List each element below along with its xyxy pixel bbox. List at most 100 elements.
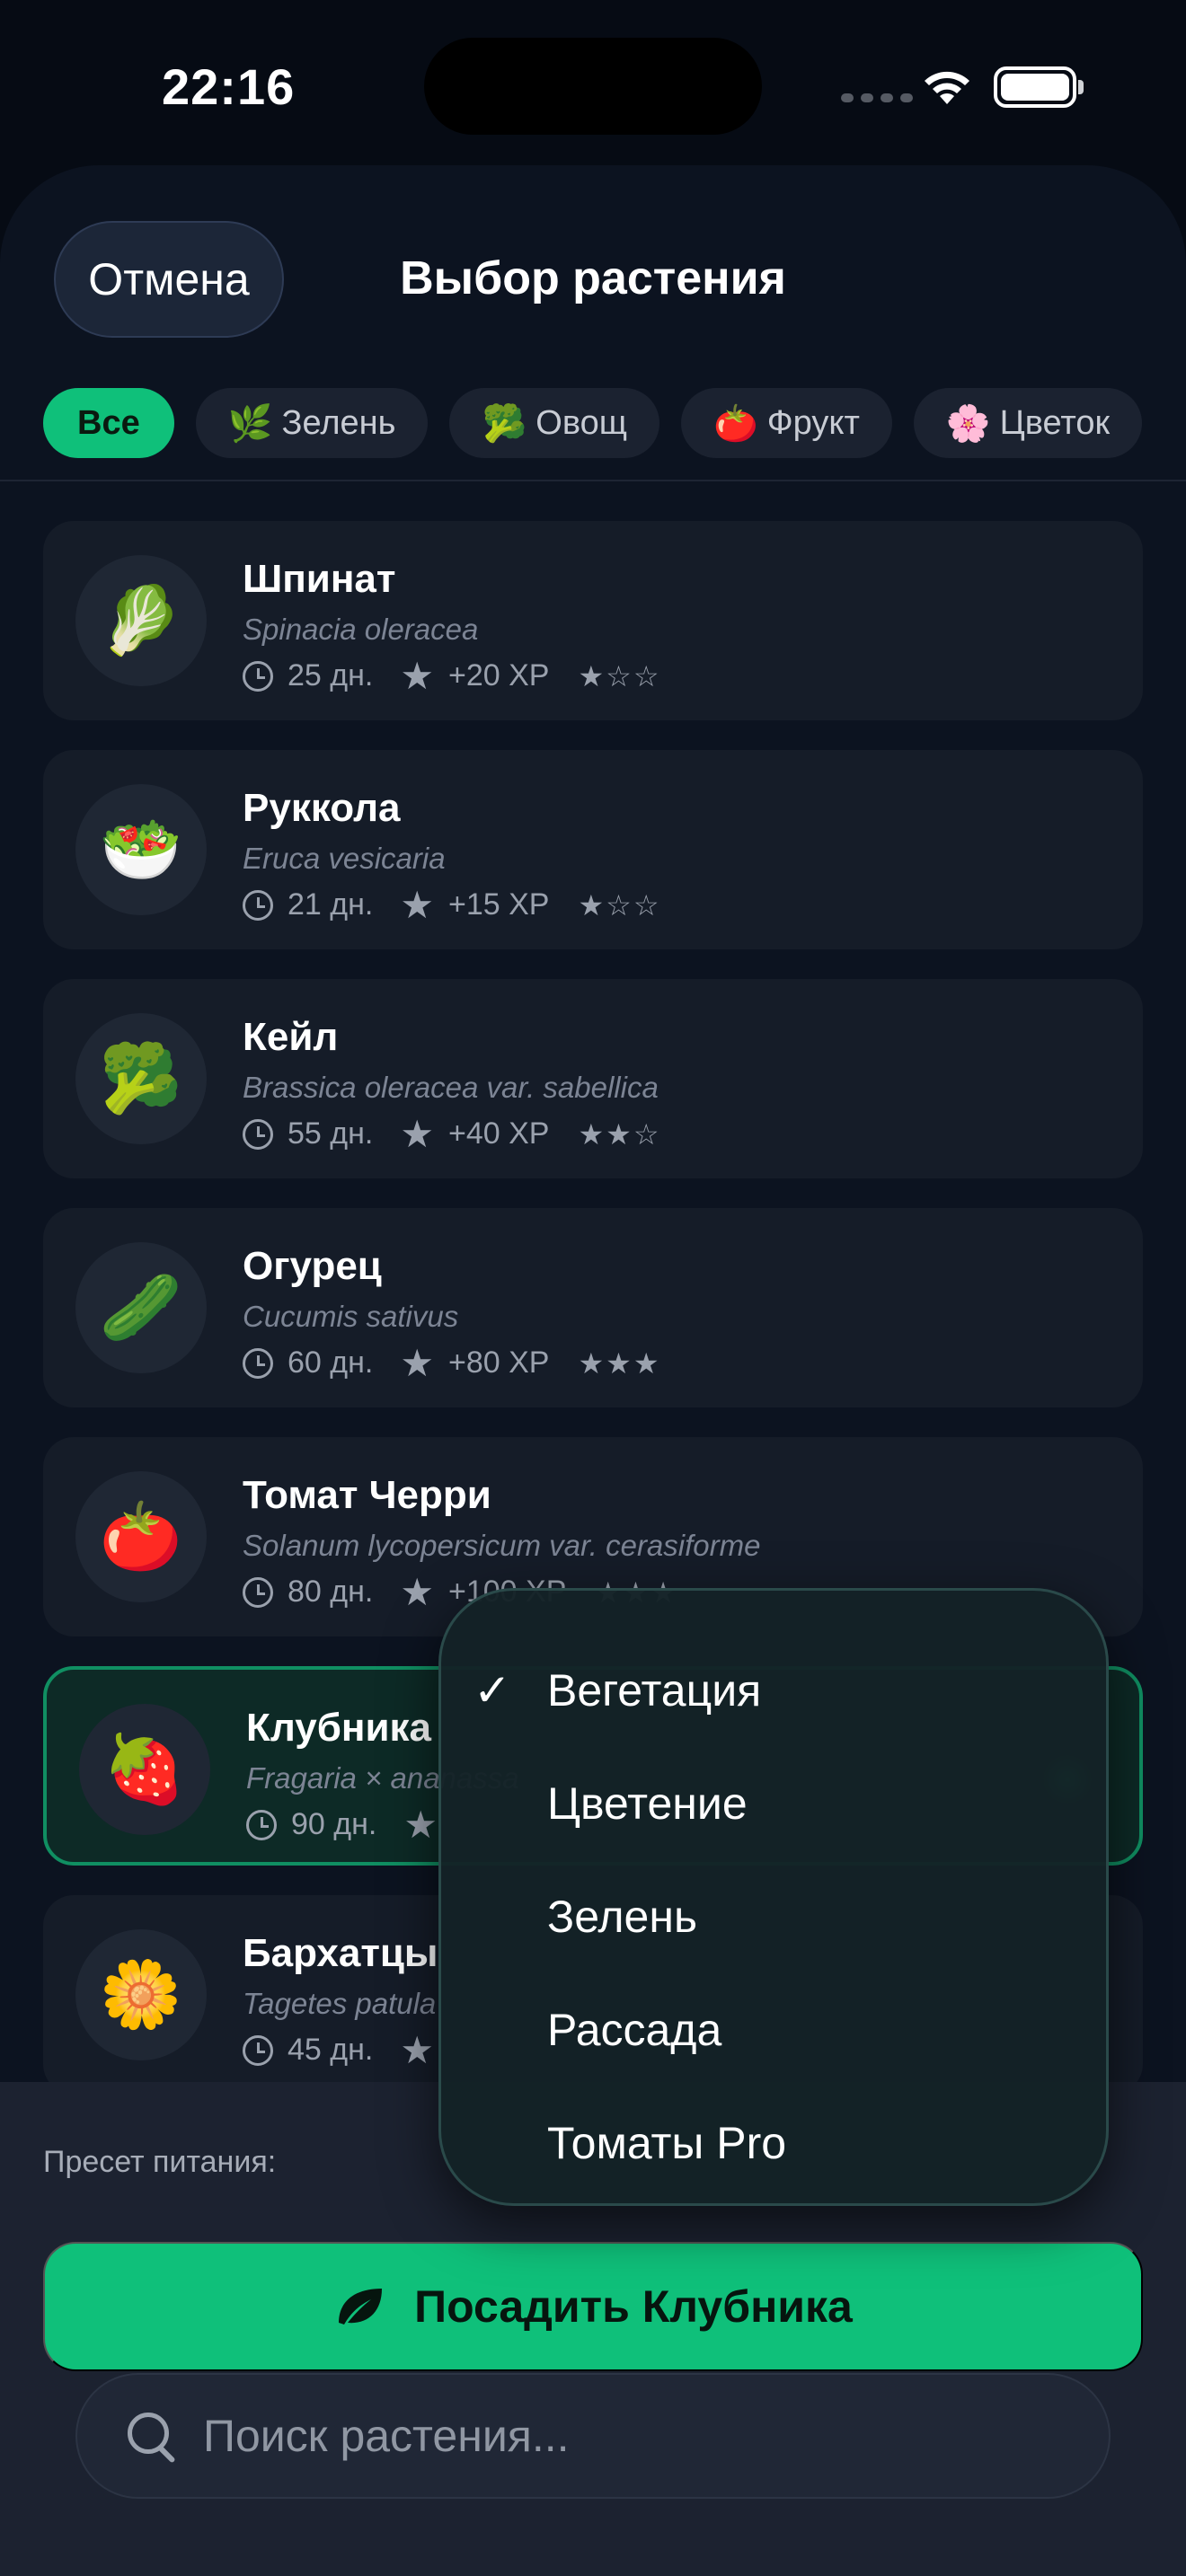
star-icon: ★ — [400, 655, 434, 697]
grow-days: 60 дн. — [288, 1345, 374, 1380]
category-filters: Все 🌿 Зелень 🥦 Овощ 🍅 Фрукт 🌸 Цветок — [43, 388, 1143, 458]
plant-name: Шпинат — [243, 557, 396, 601]
filter-chip-label: Овощ — [535, 403, 627, 442]
blossom-icon: 🌼 — [75, 1929, 207, 2060]
plant-latin-name: Cucumis sativus — [243, 1300, 459, 1333]
star-icon: ★ — [400, 1571, 434, 1613]
filter-chip-label: Все — [77, 403, 140, 442]
plant-button[interactable]: Посадить Клубника — [43, 2242, 1143, 2371]
plant-picker-sheet: Отмена Выбор растения Все 🌿 Зелень 🥦 Ово… — [0, 165, 1186, 2576]
tomato-icon: 🍅 — [75, 1471, 207, 1602]
preset-option-greens[interactable]: Зелень — [441, 1860, 1106, 1973]
clock-icon — [246, 1809, 277, 1840]
plant-card-kale[interactable]: 🥦 Кейл Brassica oleracea var. sabellica … — [43, 979, 1143, 1178]
search-input[interactable] — [203, 2410, 1012, 2462]
divider — [0, 480, 1186, 481]
star-icon: ★ — [400, 1113, 434, 1155]
grow-days: 21 дн. — [288, 887, 374, 922]
plant-latin-name: Solanum lycopersicum var. cerasiforme — [243, 1529, 761, 1562]
clock-icon — [243, 2034, 273, 2066]
preset-dropdown-menu: ✓ Вегетация Цветение Зелень Рассада Тома… — [438, 1588, 1109, 2206]
plant-name: Кейл — [243, 1015, 339, 1059]
filter-chip-fruit[interactable]: 🍅 Фрукт — [680, 388, 892, 458]
page-title: Выбор растения — [400, 252, 786, 304]
difficulty-rating: ★★★ — [578, 1346, 661, 1380]
filter-chip-label: Фрукт — [766, 403, 860, 442]
filter-chip-vegetable[interactable]: 🥦 Овощ — [449, 388, 659, 458]
clock-icon — [243, 1576, 273, 1608]
strawberry-icon: 🍓 — [79, 1704, 210, 1835]
broccoli-icon: 🥦 — [482, 403, 527, 444]
search-bar[interactable] — [75, 2373, 1111, 2499]
clock-icon — [243, 1118, 273, 1150]
difficulty-rating: ★☆☆ — [578, 888, 661, 922]
preset-option-vegetation[interactable]: ✓ Вегетация — [441, 1634, 1106, 1747]
filter-chip-flower[interactable]: 🌸 Цветок — [913, 388, 1143, 458]
preset-option-label: Томаты Pro — [547, 2118, 787, 2168]
plant-latin-name: Eruca vesicaria — [243, 842, 446, 875]
plant-latin-name: Spinacia oleracea — [243, 613, 479, 646]
plant-card-arugula[interactable]: 🥗 Руккола Eruca vesicaria 21 дн. ★ +15 X… — [43, 750, 1143, 949]
grow-days: 55 дн. — [288, 1116, 374, 1151]
preset-option-label: Рассада — [547, 2005, 722, 2055]
plant-button-label: Посадить Клубника — [414, 2281, 853, 2332]
plant-meta: 25 дн. ★ +20 XP ★☆☆ — [243, 654, 661, 698]
preset-option-label: Цветение — [547, 1778, 748, 1829]
plant-name: Клубника — [246, 1706, 431, 1750]
grow-days: 80 дн. — [288, 1575, 374, 1609]
cellular-signal-icon — [841, 93, 913, 102]
filter-chip-label: Зелень — [281, 403, 396, 442]
broccoli-icon: 🥦 — [75, 1013, 207, 1144]
battery-icon — [994, 66, 1084, 108]
plant-meta: 55 дн. ★ +40 XP ★★☆ — [243, 1112, 661, 1156]
filter-chip-greens[interactable]: 🌿 Зелень — [195, 388, 429, 458]
plant-latin-name: Brassica oleracea var. sabellica — [243, 1071, 659, 1104]
plant-meta: 21 дн. ★ +15 XP ★☆☆ — [243, 883, 661, 927]
spinach-icon: 🥬 — [75, 555, 207, 686]
preset-option-label: Зелень — [547, 1892, 697, 1942]
preset-option-label: Вегетация — [547, 1665, 762, 1716]
xp-reward: +15 XP — [447, 887, 550, 922]
xp-reward: +20 XP — [447, 658, 550, 693]
xp-reward: +40 XP — [447, 1116, 550, 1151]
search-icon — [126, 2411, 176, 2461]
leaf-icon — [339, 2289, 383, 2325]
xp-reward: +80 XP — [447, 1345, 550, 1380]
dynamic-island — [424, 38, 762, 135]
flower-icon: 🌸 — [945, 403, 991, 444]
grow-days: 25 дн. — [288, 658, 374, 693]
plant-meta: 45 дн. ★ — [243, 2028, 434, 2072]
plant-card-spinach[interactable]: 🥬 Шпинат Spinacia oleracea 25 дн. ★ +20 … — [43, 521, 1143, 720]
plant-name: Бархатцы — [243, 1931, 438, 1975]
star-icon: ★ — [400, 2029, 434, 2071]
grow-days: 90 дн. — [291, 1807, 377, 1841]
plant-latin-name: Tagetes patula — [243, 1987, 437, 2020]
plant-card-cucumber[interactable]: 🥒 Огурец Cucumis sativus 60 дн. ★ +80 XP… — [43, 1208, 1143, 1407]
star-icon: ★ — [400, 884, 434, 926]
preset-label: Пресет питания: — [43, 2145, 277, 2179]
wifi-icon — [925, 71, 969, 104]
clock-icon — [243, 1347, 273, 1379]
star-icon: ★ — [400, 1342, 434, 1384]
star-icon: ★ — [403, 1804, 438, 1846]
preset-option-tomatoes-pro[interactable]: Томаты Pro — [441, 2086, 1106, 2200]
herb-icon: 🌿 — [227, 403, 273, 444]
difficulty-rating: ★★☆ — [578, 1117, 661, 1151]
filter-chip-label: Цветок — [999, 403, 1111, 442]
status-time: 22:16 — [162, 58, 296, 115]
clock-icon — [243, 660, 273, 692]
plant-name: Руккола — [243, 786, 401, 830]
grow-days: 45 дн. — [288, 2033, 374, 2067]
plant-name: Томат Черри — [243, 1473, 491, 1517]
difficulty-rating: ★☆☆ — [578, 659, 661, 693]
preset-option-seedlings[interactable]: Рассада — [441, 1973, 1106, 2086]
preset-option-flowering[interactable]: Цветение — [441, 1747, 1106, 1860]
plant-meta: 60 дн. ★ +80 XP ★★★ — [243, 1341, 661, 1385]
checkmark-icon: ✓ — [474, 1665, 511, 1716]
plant-name: Огурец — [243, 1244, 382, 1288]
cucumber-icon: 🥒 — [75, 1242, 207, 1373]
tomato-icon: 🍅 — [712, 403, 758, 444]
filter-chip-all[interactable]: Все — [43, 388, 174, 458]
salad-icon: 🥗 — [75, 784, 207, 915]
clock-icon — [243, 889, 273, 921]
